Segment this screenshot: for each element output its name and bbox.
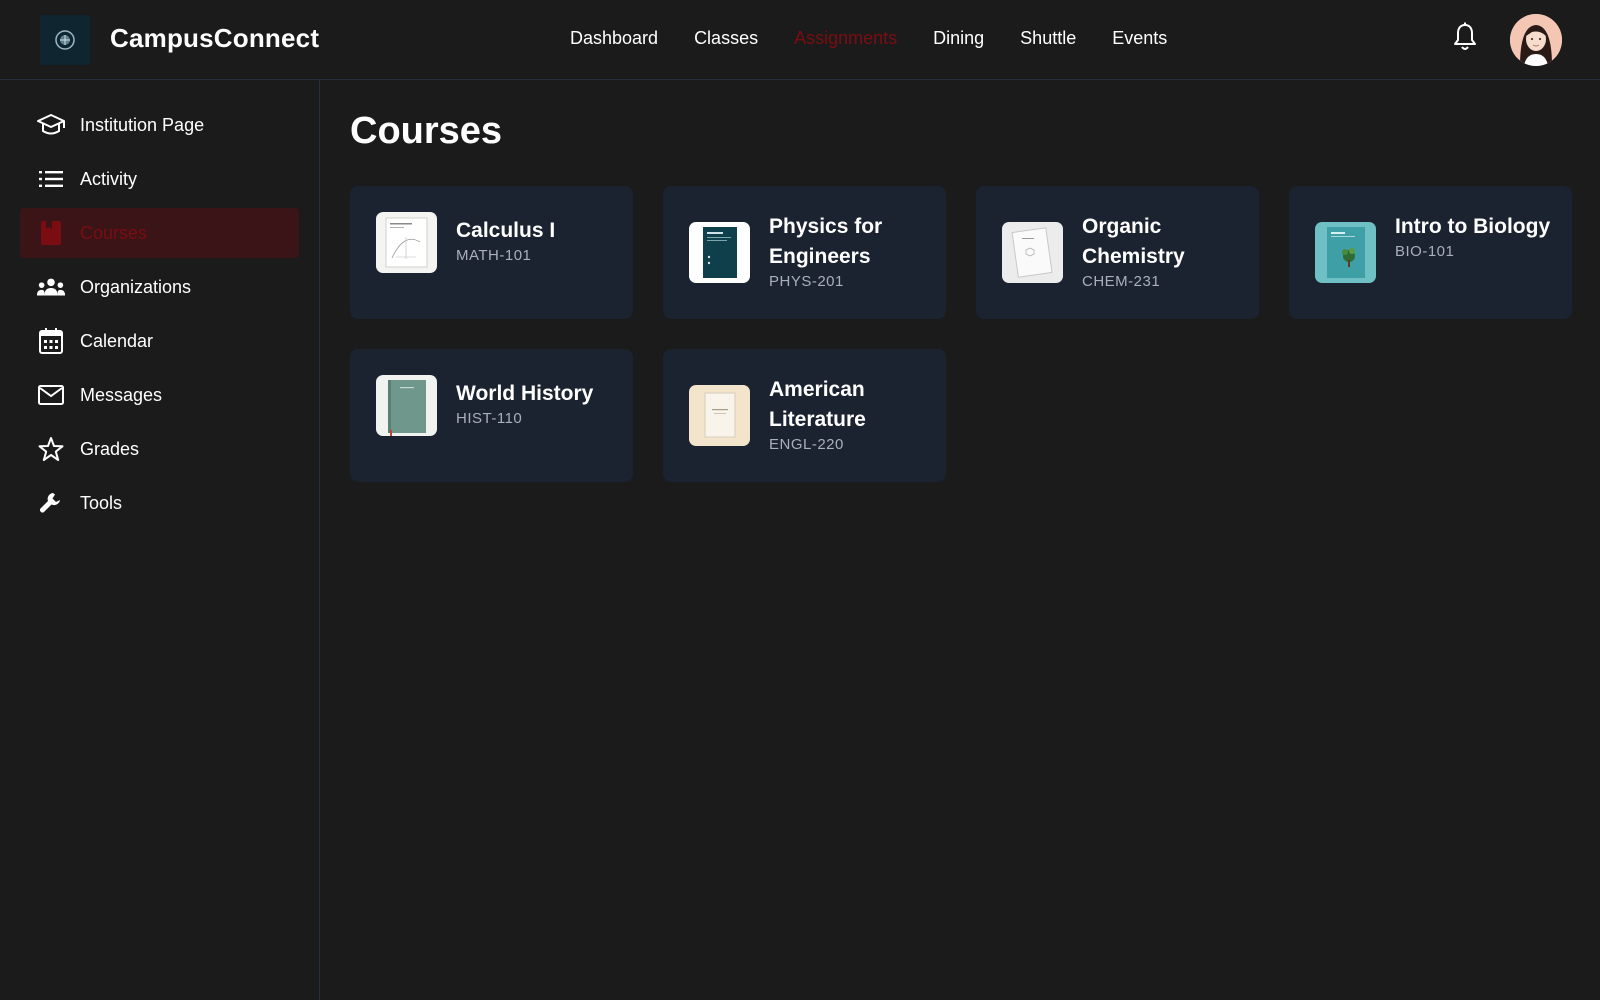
course-info: Calculus I MATH-101 xyxy=(456,216,616,264)
sidebar-item-label: Institution Page xyxy=(80,114,205,135)
sidebar-item-activity[interactable]: Activity xyxy=(20,154,299,204)
nav-shuttle[interactable]: Shuttle xyxy=(1020,28,1076,54)
math-book-cover-icon xyxy=(385,217,428,268)
course-info: Intro to Biology BIO-101 xyxy=(1395,212,1555,260)
history-book-cover-icon xyxy=(388,380,426,436)
user-avatar[interactable] xyxy=(1510,14,1562,66)
sidebar-item-grades[interactable]: Grades xyxy=(20,424,299,474)
page-title: Courses xyxy=(350,110,503,152)
sidebar-item-label: Grades xyxy=(80,438,140,459)
top-bar: CampusConnect Dashboard Classes Assignme… xyxy=(0,0,1600,80)
course-card-physics[interactable]: Physics for Engineers PHYS-201 xyxy=(663,186,946,319)
sidebar-item-label: Calendar xyxy=(80,330,154,351)
list-icon xyxy=(36,164,66,194)
sidebar-item-messages[interactable]: Messages xyxy=(20,370,299,420)
notifications-button[interactable] xyxy=(1452,22,1478,52)
app-title[interactable]: CampusConnect xyxy=(110,23,319,54)
envelope-icon xyxy=(36,380,66,410)
nav-events[interactable]: Events xyxy=(1112,28,1167,54)
sidebar: Institution Page Activity Courses Organi… xyxy=(0,80,320,1000)
top-navigation: Dashboard Classes Assignments Dining Shu… xyxy=(570,28,1203,54)
nav-assignments[interactable]: Assignments xyxy=(794,28,897,54)
sidebar-item-label: Activity xyxy=(80,168,138,189)
course-info: American Literature ENGL-220 xyxy=(769,375,929,453)
course-code: MATH-101 xyxy=(456,247,532,264)
bell-icon xyxy=(1454,22,1476,50)
literature-book-cover-icon xyxy=(704,392,736,438)
course-code: HIST-110 xyxy=(456,410,523,427)
sidebar-item-courses[interactable]: Courses xyxy=(20,208,299,258)
course-code: CHEM-231 xyxy=(1082,273,1161,290)
course-title: World History xyxy=(456,382,594,405)
course-info: Organic Chemistry CHEM-231 xyxy=(1082,212,1242,290)
sidebar-item-tools[interactable]: Tools xyxy=(20,478,299,528)
course-title: Physics for Engineers xyxy=(769,215,883,268)
sidebar-item-calendar[interactable]: Calendar xyxy=(20,316,299,366)
biology-book-cover-icon xyxy=(1327,227,1365,278)
physics-book-cover-icon xyxy=(703,227,737,278)
sidebar-item-label: Organizations xyxy=(80,276,192,297)
course-thumbnail xyxy=(1315,222,1376,283)
course-info: Physics for Engineers PHYS-201 xyxy=(769,212,929,290)
nav-dashboard[interactable]: Dashboard xyxy=(570,28,658,54)
nav-dining[interactable]: Dining xyxy=(933,28,984,54)
calendar-icon xyxy=(36,326,66,356)
course-card-biology[interactable]: Intro to Biology BIO-101 xyxy=(1289,186,1572,319)
course-card-calculus[interactable]: Calculus I MATH-101 xyxy=(350,186,633,319)
course-title: Organic Chemistry xyxy=(1082,215,1185,268)
course-card-chemistry[interactable]: Organic Chemistry CHEM-231 xyxy=(976,186,1259,319)
book-icon xyxy=(36,218,66,248)
sidebar-item-label: Tools xyxy=(80,492,123,513)
app-logo[interactable] xyxy=(40,15,90,65)
course-code: PHYS-201 xyxy=(769,273,844,290)
globe-seal-icon xyxy=(55,30,75,50)
course-info: World History HIST-110 xyxy=(456,379,616,427)
course-title: Calculus I xyxy=(456,219,556,242)
sidebar-item-label: Courses xyxy=(80,222,148,243)
course-thumbnail xyxy=(1002,222,1063,283)
chemistry-book-cover-icon xyxy=(1011,227,1053,278)
course-thumbnail xyxy=(689,385,750,446)
course-thumbnail xyxy=(376,375,437,436)
avatar-portrait xyxy=(1510,14,1562,66)
course-thumbnail xyxy=(376,212,437,273)
course-code: BIO-101 xyxy=(1395,243,1455,260)
sidebar-item-institution-page[interactable]: Institution Page xyxy=(20,100,299,150)
star-icon xyxy=(36,434,66,464)
sidebar-item-label: Messages xyxy=(80,384,163,405)
course-thumbnail xyxy=(689,222,750,283)
course-code: ENGL-220 xyxy=(769,436,844,453)
sidebar-item-organizations[interactable]: Organizations xyxy=(20,262,299,312)
graduation-cap-icon xyxy=(36,110,66,140)
course-title: American Literature xyxy=(769,378,866,431)
course-title: Intro to Biology xyxy=(1395,215,1551,238)
nav-classes[interactable]: Classes xyxy=(694,28,758,54)
course-card-literature[interactable]: American Literature ENGL-220 xyxy=(663,349,946,482)
people-group-icon xyxy=(36,272,66,302)
wrench-icon xyxy=(36,488,66,518)
course-card-history[interactable]: World History HIST-110 xyxy=(350,349,633,482)
